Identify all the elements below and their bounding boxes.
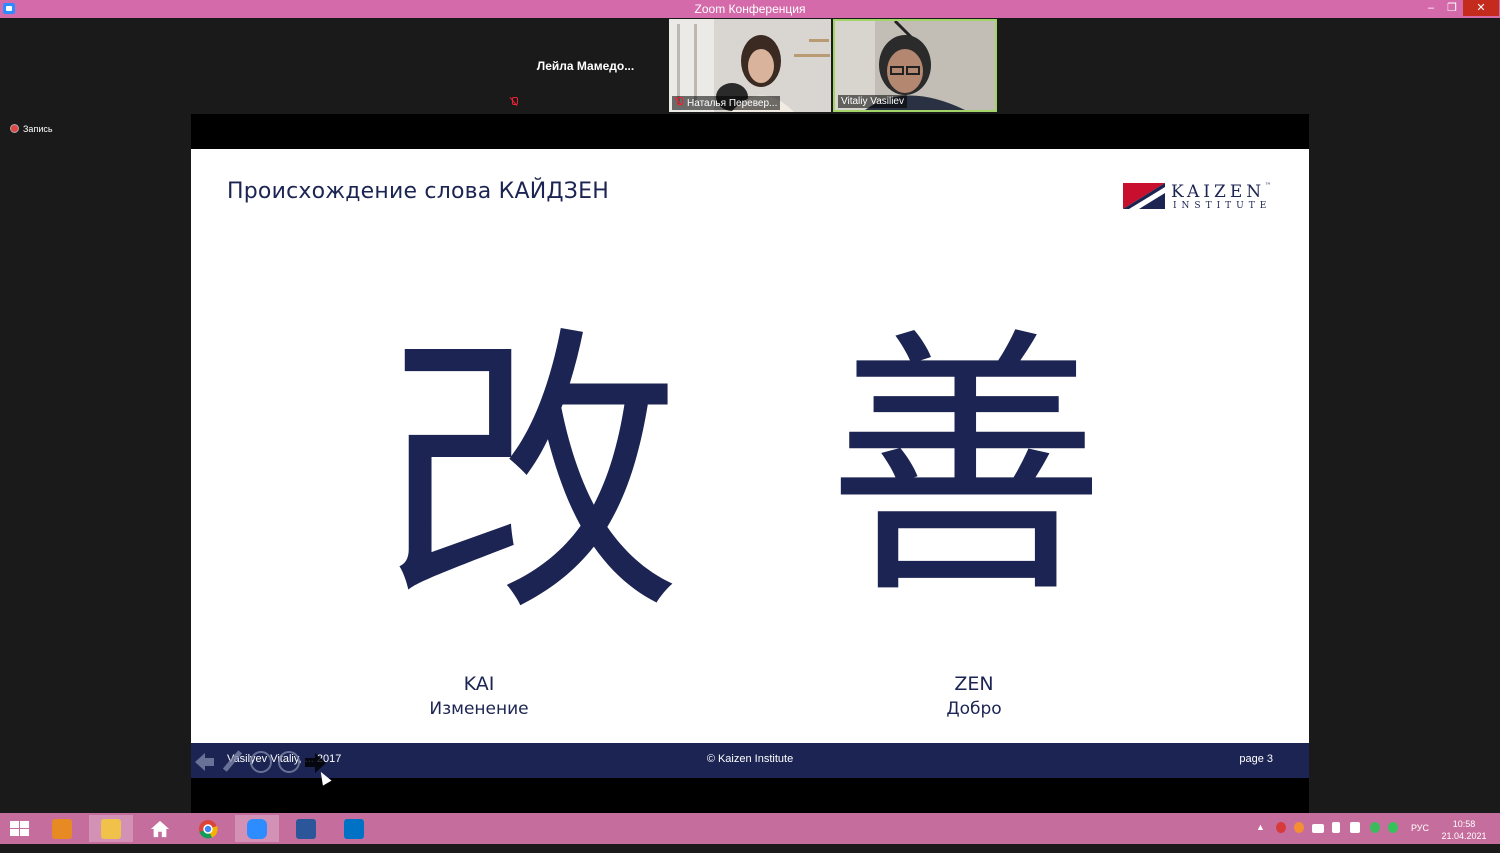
participant-tile[interactable]: Наталья Перевер... xyxy=(669,19,831,112)
participant-tile[interactable]: Лейла Мамедо... xyxy=(504,19,667,112)
windows-logo-icon xyxy=(10,821,30,837)
chrome-icon xyxy=(199,820,218,839)
volume-icon[interactable] xyxy=(1350,822,1360,833)
mic-muted-icon xyxy=(675,97,683,106)
kanji-romaji: ZEN xyxy=(954,673,994,695)
footer-copyright: © Kaizen Institute xyxy=(706,753,794,765)
participant-name: Vitaliy Vasiliev xyxy=(841,96,904,107)
close-button[interactable]: ✕ xyxy=(1463,0,1499,16)
pen-tool-icon[interactable] xyxy=(221,751,243,773)
taskbar-home[interactable] xyxy=(138,815,182,842)
logo-mark-icon xyxy=(1123,183,1165,209)
kanji-caption: ZEN Добро xyxy=(874,673,1074,719)
taskbar-file-explorer[interactable] xyxy=(89,815,133,842)
taskbar-media-player[interactable] xyxy=(40,815,84,842)
previous-slide-arrow-icon[interactable] xyxy=(193,751,215,773)
window-title: Zoom Конференция xyxy=(694,2,806,16)
kanji-zen: 善 xyxy=(826,289,1106,649)
kanji-meaning: Изменение xyxy=(429,699,529,719)
clock-time: 10:58 xyxy=(1452,819,1476,829)
logo-subtitle: INSTITUTE xyxy=(1173,201,1272,211)
participant-name: Наталья Перевер... xyxy=(687,98,778,109)
kanji-kai: 改 xyxy=(327,314,737,639)
participant-label: Наталья Перевер... xyxy=(672,96,781,110)
participant-name: Лейла Мамедо... xyxy=(536,59,635,73)
check-icon[interactable] xyxy=(1388,822,1398,833)
kaizen-institute-logo: KAIZEN™ INSTITUTE xyxy=(1123,182,1273,213)
taskbar-clock[interactable]: 10:58 21.04.2021 xyxy=(1440,818,1488,842)
participant-label: Vitaliy Vasiliev xyxy=(838,95,907,108)
flag-icon[interactable] xyxy=(1332,822,1340,833)
folder-icon xyxy=(101,819,121,839)
slide-footer: Vasilyev Vitaliy, ... 2017 © Kaizen Inst… xyxy=(191,743,1309,786)
taskbar-zoom[interactable] xyxy=(235,815,279,842)
language-indicator[interactable]: РУС xyxy=(1411,823,1429,833)
footer-page-number: page 3 xyxy=(1239,753,1273,765)
window-titlebar: Zoom Конференция – ❐ ✕ xyxy=(0,0,1500,18)
kanji-glyph: 善 xyxy=(826,306,1106,632)
taskbar-chrome[interactable] xyxy=(186,815,230,842)
clock-date: 21.04.2021 xyxy=(1441,831,1487,841)
antivirus-icon[interactable] xyxy=(1276,822,1286,833)
zoom-slide-icon[interactable] xyxy=(278,751,300,773)
shared-screen: Происхождение слова КАЙДЗЕН KAIZEN™ INST… xyxy=(191,114,1309,813)
home-icon xyxy=(150,820,170,838)
taskbar-word[interactable] xyxy=(284,815,328,842)
participant-tile-active-speaker[interactable]: Vitaliy Vasiliev xyxy=(833,19,997,112)
presentation-slide: Происхождение слова КАЙДЗЕН KAIZEN™ INST… xyxy=(191,149,1309,786)
participant-label xyxy=(507,96,525,110)
kanji-romaji: KAI xyxy=(463,673,495,695)
slides-menu-icon[interactable] xyxy=(250,751,272,773)
word-icon xyxy=(296,819,316,839)
outlook-icon xyxy=(344,819,364,839)
network-icon[interactable] xyxy=(1312,824,1324,833)
logo-word: KAIZEN™ xyxy=(1171,182,1272,202)
recording-indicator[interactable]: Запись xyxy=(10,124,53,134)
kanji-glyph: 改 xyxy=(382,302,682,651)
kanji-meaning: Добро xyxy=(946,699,1002,719)
taskbar-outlook[interactable] xyxy=(332,815,376,842)
mic-muted-icon xyxy=(510,97,518,106)
start-button[interactable] xyxy=(0,815,44,842)
record-icon xyxy=(10,124,19,133)
windows-taskbar: ▲ РУС 10:58 21.04.2021 xyxy=(0,813,1500,844)
mouse-cursor-icon xyxy=(316,769,332,786)
tray-expand-icon[interactable]: ▲ xyxy=(1256,822,1266,833)
security-icon[interactable] xyxy=(1370,822,1380,833)
kanji-caption: KAI Изменение xyxy=(379,673,579,719)
media-player-icon xyxy=(52,819,72,839)
recording-label: Запись xyxy=(23,124,53,134)
slide-title: Происхождение слова КАЙДЗЕН xyxy=(227,179,609,204)
zoom-icon xyxy=(247,819,267,839)
meeting-area: Лейла Мамедо... Наталья Перевер... Vital… xyxy=(0,18,1500,813)
tray-app-icon[interactable] xyxy=(1294,822,1304,833)
